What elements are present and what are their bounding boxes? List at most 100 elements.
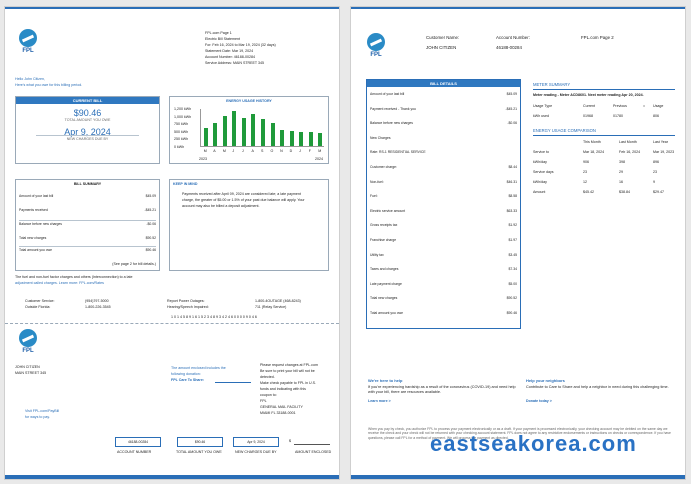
top-accent-bar — [5, 7, 339, 9]
statement-date: Statement Date: Mar 19, 2024 — [205, 49, 254, 53]
chart-bar — [270, 123, 275, 146]
bill-summary-header: BILL SUMMARY — [73, 182, 102, 186]
neighbors-text: Contribute to Care to Share and help a n… — [526, 385, 669, 389]
fpl-logo-icon — [367, 33, 385, 51]
bill-detail-row: Total new charges $90.52 — [370, 296, 517, 301]
amount-enclosed-symbol: $ — [289, 439, 291, 443]
comparison-cell: 398 — [619, 160, 625, 164]
pay-bill-link[interactable]: Visit FPL.com/PayBill — [25, 409, 59, 413]
chart-x-tick: O — [270, 149, 274, 153]
donation-input-line[interactable] — [215, 382, 251, 383]
comparison-column-header: Last Month — [619, 140, 637, 144]
comparison-cell: 9 — [653, 180, 655, 184]
account-number: 46188-00284 — [496, 45, 522, 50]
comparison-cell: $45.42 — [583, 190, 594, 194]
watermark: eastseakorea.com — [430, 431, 637, 456]
bill-detail-row: Payment received - Thank you -$45.21 — [370, 106, 517, 111]
keep-in-mind-text: account may also be billed a deposit adj… — [182, 204, 260, 208]
due-date-label: NEW CHARGES DUE BY — [66, 137, 109, 142]
bill-detail-row: Customer charge: $8.44 — [370, 165, 517, 169]
bill-details-header: BILL DETAILS — [367, 80, 520, 87]
customer-name-label: Customer Name: — [426, 35, 460, 40]
chart-bar — [213, 123, 218, 146]
keep-in-mind-header: KEEP IN MIND — [173, 182, 198, 186]
comparison-cell: kWh/day — [533, 180, 547, 184]
meter-cell: 01780 — [613, 114, 623, 118]
summary-row: Balance before new charges -$0.06 — [19, 222, 156, 226]
chart-bar — [251, 114, 256, 146]
bill-detail-row: Utility tax $3.45 — [370, 252, 517, 257]
amount-enclosed-label: AMOUNT ENCLOSED — [295, 450, 332, 454]
chart-x-tick: J — [232, 149, 235, 153]
bottom-accent-bar — [5, 475, 339, 479]
chart-year-start: 2023 — [199, 157, 207, 161]
comparison-column-header: This Month — [583, 140, 601, 144]
bill-detail-row: New Charges — [370, 135, 391, 140]
donate-link[interactable]: Donate today > — [526, 399, 552, 403]
bill-details-box: BILL DETAILS Amount of your last bill $45… — [366, 79, 521, 329]
service-address: Service Address: MAIN STREET 345 — [205, 61, 265, 65]
stub-account-number: 46188-00284 — [115, 437, 161, 447]
comparison-cell: 29 — [619, 170, 623, 174]
bill-detail-row: Total amount you owe $90.46 — [370, 311, 517, 315]
bottom-accent-bar — [351, 475, 685, 479]
keep-in-mind-text: Payments received after April 09, 2024 a… — [182, 192, 301, 196]
stub-account-number-label: ACCOUNT NUMBER — [117, 450, 152, 454]
comparison-cell: 12 — [583, 180, 587, 184]
total-amount-label: TOTAL AMOUNT YOU OWE — [64, 118, 111, 122]
bill-detail-row: Franchise charge $1.97 — [370, 238, 517, 242]
meter-column-header: Usage Type — [533, 104, 553, 108]
fpl-logo-icon — [19, 29, 37, 47]
summary-row: Amount of your last bill $45.09 — [19, 194, 156, 198]
summary-row: Total new charges $90.52 — [19, 236, 156, 240]
amount-enclosed-input[interactable] — [294, 444, 330, 445]
comparison-cell: 23 — [653, 170, 657, 174]
help-title: We're here to help — [368, 378, 403, 383]
stub-due-date-label: NEW CHARGES DUE BY — [235, 450, 277, 454]
comparison-cell: 23 — [583, 170, 587, 174]
chart-x-tick: M — [318, 149, 322, 153]
chart-bar — [318, 132, 323, 146]
comparison-cell: $38.84 — [619, 190, 630, 194]
donation-text: following donation: — [171, 372, 201, 376]
stub-total-owed: $90.46 — [177, 437, 223, 447]
total-amount: $90.46 — [73, 108, 102, 118]
meter-column-header: Current — [583, 104, 595, 108]
chart-x-tick: N — [280, 149, 283, 153]
chart-x-tick: A — [213, 149, 216, 153]
meter-column-header: = — [643, 104, 646, 108]
notice-link[interactable]: adjustment called charges. Learn more: F… — [15, 281, 104, 285]
chart-bar — [232, 110, 237, 146]
comparison-cell: Service days — [533, 170, 554, 174]
account-number: Account Number: 46188-00284 — [205, 55, 255, 59]
comparison-column-header: Last Year — [653, 140, 668, 144]
comparison-cell: 16 — [619, 180, 623, 184]
chart-x-tick: M — [222, 149, 226, 153]
fpl-logo-icon — [19, 329, 37, 347]
chart-bar — [261, 118, 265, 146]
chart-x-tick: M — [203, 149, 207, 153]
chart-x-tick: J — [241, 149, 244, 153]
learn-more-link[interactable]: Learn more > — [368, 399, 391, 403]
comparison-cell: 906 — [583, 160, 589, 164]
chart-y-tick: 500 kWh — [174, 129, 189, 134]
keep-in-mind-text: charge, the greater of $5.00 or 1.5% of … — [182, 198, 305, 202]
greeting: Hello John Citizen, — [15, 77, 45, 81]
fpl-logo-text: FPL — [22, 48, 34, 54]
chart-x-tick: S — [261, 149, 264, 153]
chart-plot-area — [200, 109, 324, 147]
comparison-cell: $29.47 — [653, 190, 664, 194]
current-bill-header: CURRENT BILL — [16, 97, 159, 104]
chart-y-tick: 1,200 kWh — [174, 107, 192, 111]
bill-detail-row: Fuel: $8.58 — [370, 194, 517, 199]
current-bill-box: CURRENT BILL $90.46 TOTAL AMOUNT YOU OWE… — [15, 96, 160, 164]
statement-type: Electric Bill Statement — [205, 37, 240, 41]
bill-detail-row: Rate: RS-1 RESIDENTIAL SERVICE — [370, 150, 426, 155]
donation-label: FPL Care To Share: — [171, 378, 205, 382]
meter-column-header: Previous — [613, 104, 627, 108]
chart-bar — [241, 117, 246, 146]
keep-in-mind-box: KEEP IN MIND Payments received after Apr… — [169, 179, 329, 271]
meter-cell: 806 — [653, 114, 659, 118]
energy-comparison-header: ENERGY USAGE COMPARISON — [533, 128, 596, 133]
bill-summary-footnote: (See page 2 for bill details.) — [112, 262, 156, 266]
